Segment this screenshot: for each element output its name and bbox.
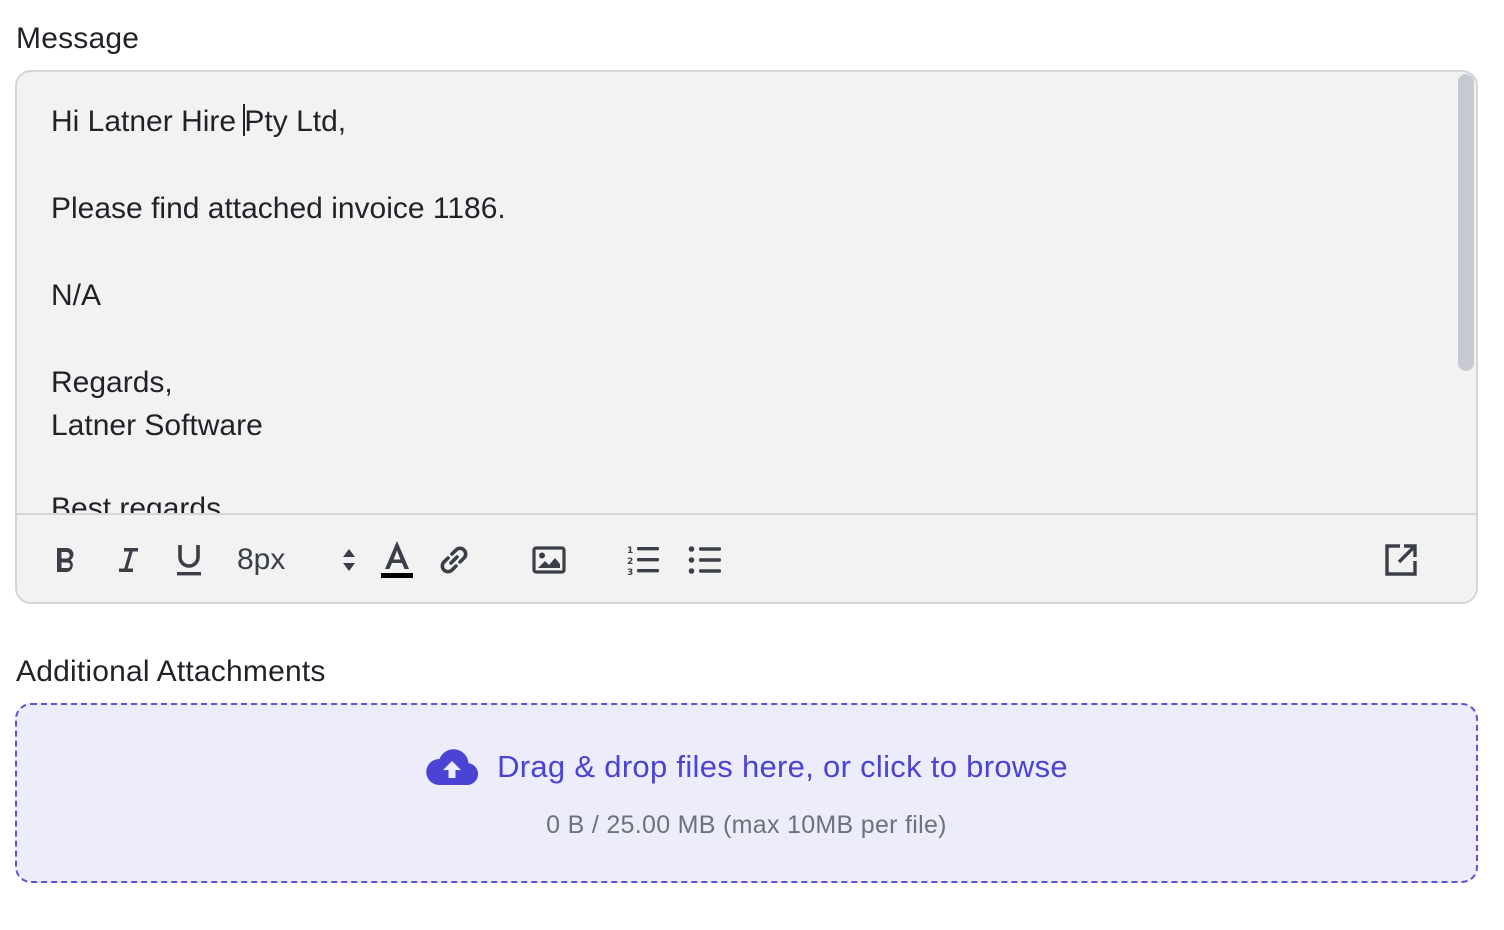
ordered-list-button[interactable]: 123 — [623, 537, 663, 583]
message-line-trailing: Best regards — [51, 492, 222, 513]
text-color-icon — [381, 541, 413, 578]
message-line-note: N/A — [51, 279, 102, 312]
italic-button[interactable] — [111, 537, 145, 583]
link-icon — [440, 546, 468, 574]
formatting-toolbar: 8px 123 — [17, 513, 1476, 602]
message-editor[interactable]: Hi Latner Hire Pty Ltd, Please find atta… — [15, 70, 1478, 604]
bold-icon — [57, 547, 74, 572]
image-icon — [532, 546, 566, 574]
popout-icon — [1385, 544, 1417, 576]
message-textarea[interactable]: Hi Latner Hire Pty Ltd, Please find atta… — [17, 72, 1476, 513]
ordered-list-icon: 123 — [627, 546, 659, 576]
message-line-body: Please find attached invoice 1186. — [51, 192, 506, 225]
file-dropzone[interactable]: Drag & drop files here, or click to brow… — [15, 703, 1478, 883]
underline-icon — [177, 545, 201, 576]
bullet-list-button[interactable] — [685, 537, 725, 583]
message-label: Message — [16, 22, 140, 55]
message-line-greeting: Hi Latner Hire Pty Ltd, — [51, 100, 1442, 143]
italic-icon — [119, 548, 138, 572]
svg-text:3: 3 — [627, 568, 633, 576]
message-line-signoff: Regards, — [51, 366, 173, 399]
underline-button[interactable] — [171, 537, 207, 583]
svg-text:2: 2 — [627, 557, 633, 567]
cloud-upload-icon — [426, 749, 479, 785]
bullet-list-icon — [688, 546, 721, 574]
select-arrows-icon — [343, 549, 355, 571]
insert-image-button[interactable] — [529, 537, 569, 583]
text-color-button[interactable] — [379, 537, 415, 583]
dropzone-text[interactable]: Drag & drop files here, or click to brow… — [497, 749, 1068, 785]
bold-button[interactable] — [49, 537, 83, 583]
greeting-text-end: Pty Ltd, — [244, 105, 347, 138]
attachment-usage: 0 B / 25.00 MB (max 10MB per file) — [546, 811, 947, 839]
dropzone-prompt[interactable]: Drag & drop files here, or click to brow… — [17, 747, 1476, 787]
popout-button[interactable] — [1381, 537, 1421, 583]
font-size-select[interactable]: 8px — [237, 537, 357, 583]
font-size-value: 8px — [237, 543, 286, 576]
greeting-text-start: Hi Latner Hire — [51, 105, 245, 138]
link-button[interactable] — [435, 537, 473, 583]
message-line-company: Latner Software — [51, 409, 263, 442]
svg-text:1: 1 — [627, 546, 633, 556]
editor-scrollbar[interactable] — [1458, 74, 1474, 371]
attachments-label: Additional Attachments — [16, 655, 326, 688]
